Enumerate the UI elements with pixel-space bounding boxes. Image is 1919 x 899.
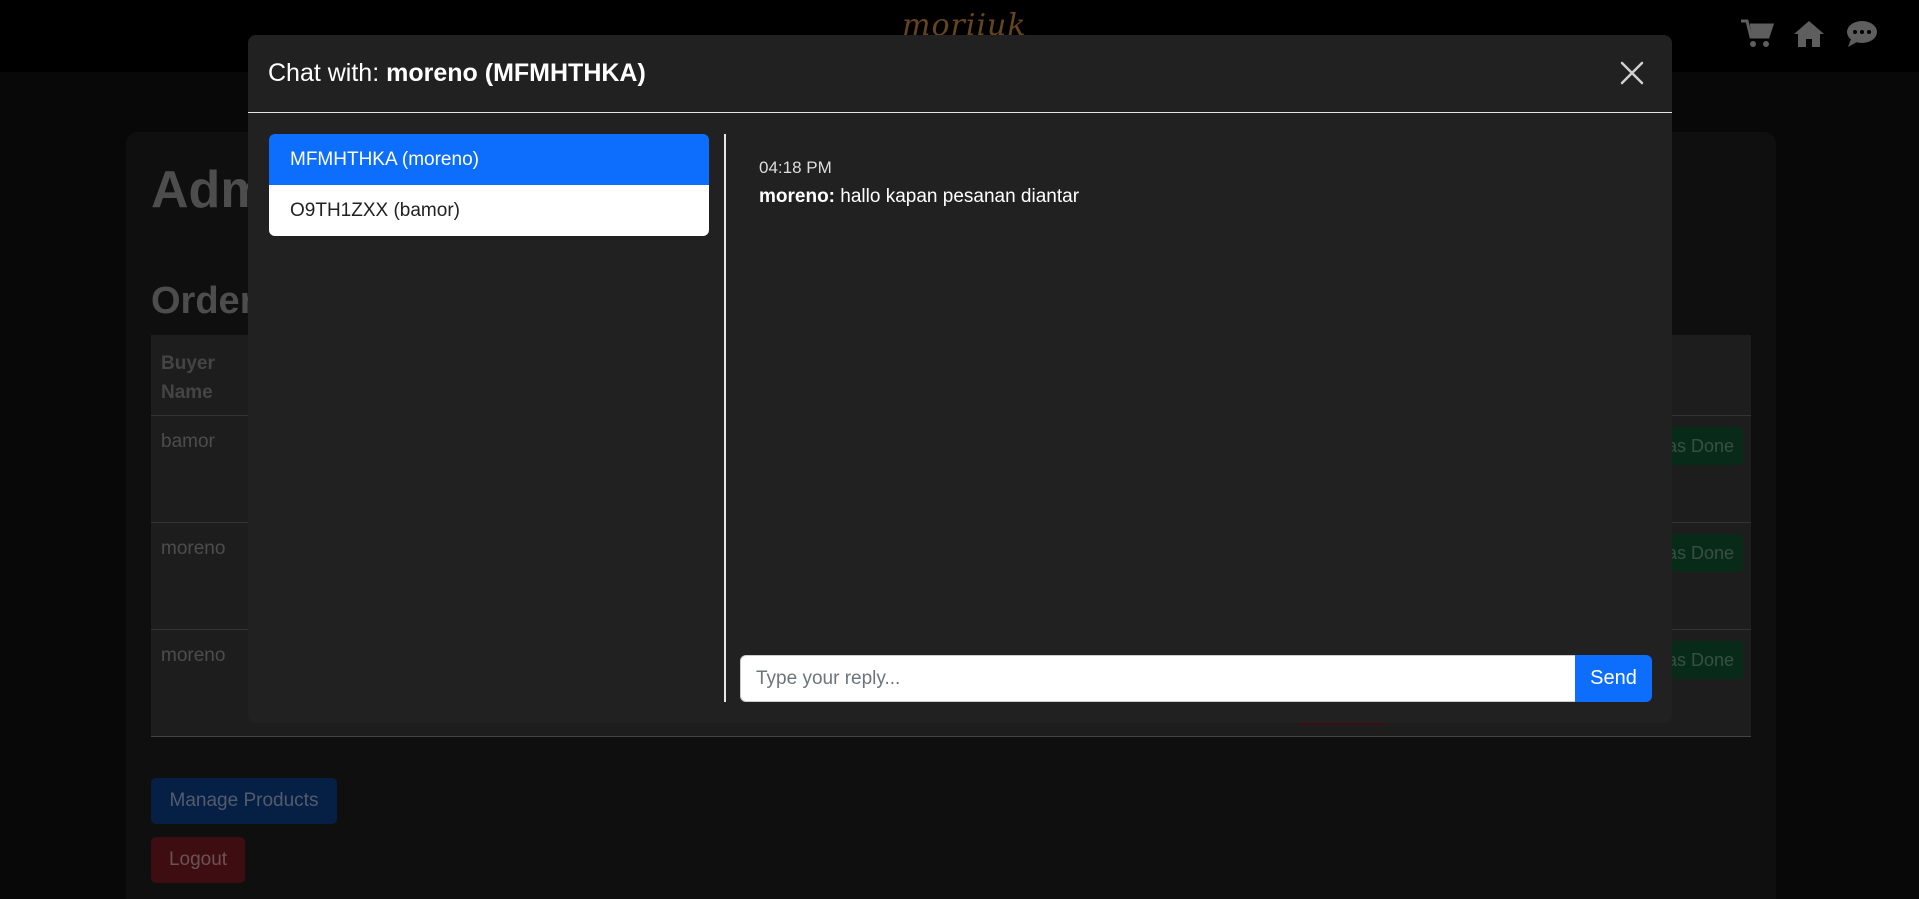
modal-title: Chat with: moreno (MFMHTHKA) — [268, 59, 646, 88]
conversation-item-active[interactable]: MFMHTHKA (moreno) — [269, 134, 709, 185]
modal-title-name: moreno (MFMHTHKA) — [386, 59, 646, 87]
reply-input[interactable] — [740, 655, 1576, 702]
panel-divider — [724, 134, 726, 702]
conversation-item[interactable]: O9TH1ZXX (bamor) — [269, 185, 709, 236]
close-icon[interactable] — [1618, 59, 1646, 87]
conversation-list: MFMHTHKA (moreno) O9TH1ZXX (bamor) — [269, 134, 709, 236]
modal-header: Chat with: moreno (MFMHTHKA) — [248, 35, 1672, 113]
message-text: hallo kapan pesanan diantar — [840, 186, 1080, 207]
message-sender: moreno: — [759, 186, 835, 207]
modal-title-prefix: Chat with: — [268, 59, 380, 87]
message-timestamp: 04:18 PM — [759, 158, 832, 177]
chat-modal: Chat with: moreno (MFMHTHKA) MFMHTHKA (m… — [248, 35, 1672, 723]
send-button[interactable]: Send — [1575, 655, 1652, 702]
message-item: moreno: hallo kapan pesanan diantar — [759, 186, 1079, 208]
